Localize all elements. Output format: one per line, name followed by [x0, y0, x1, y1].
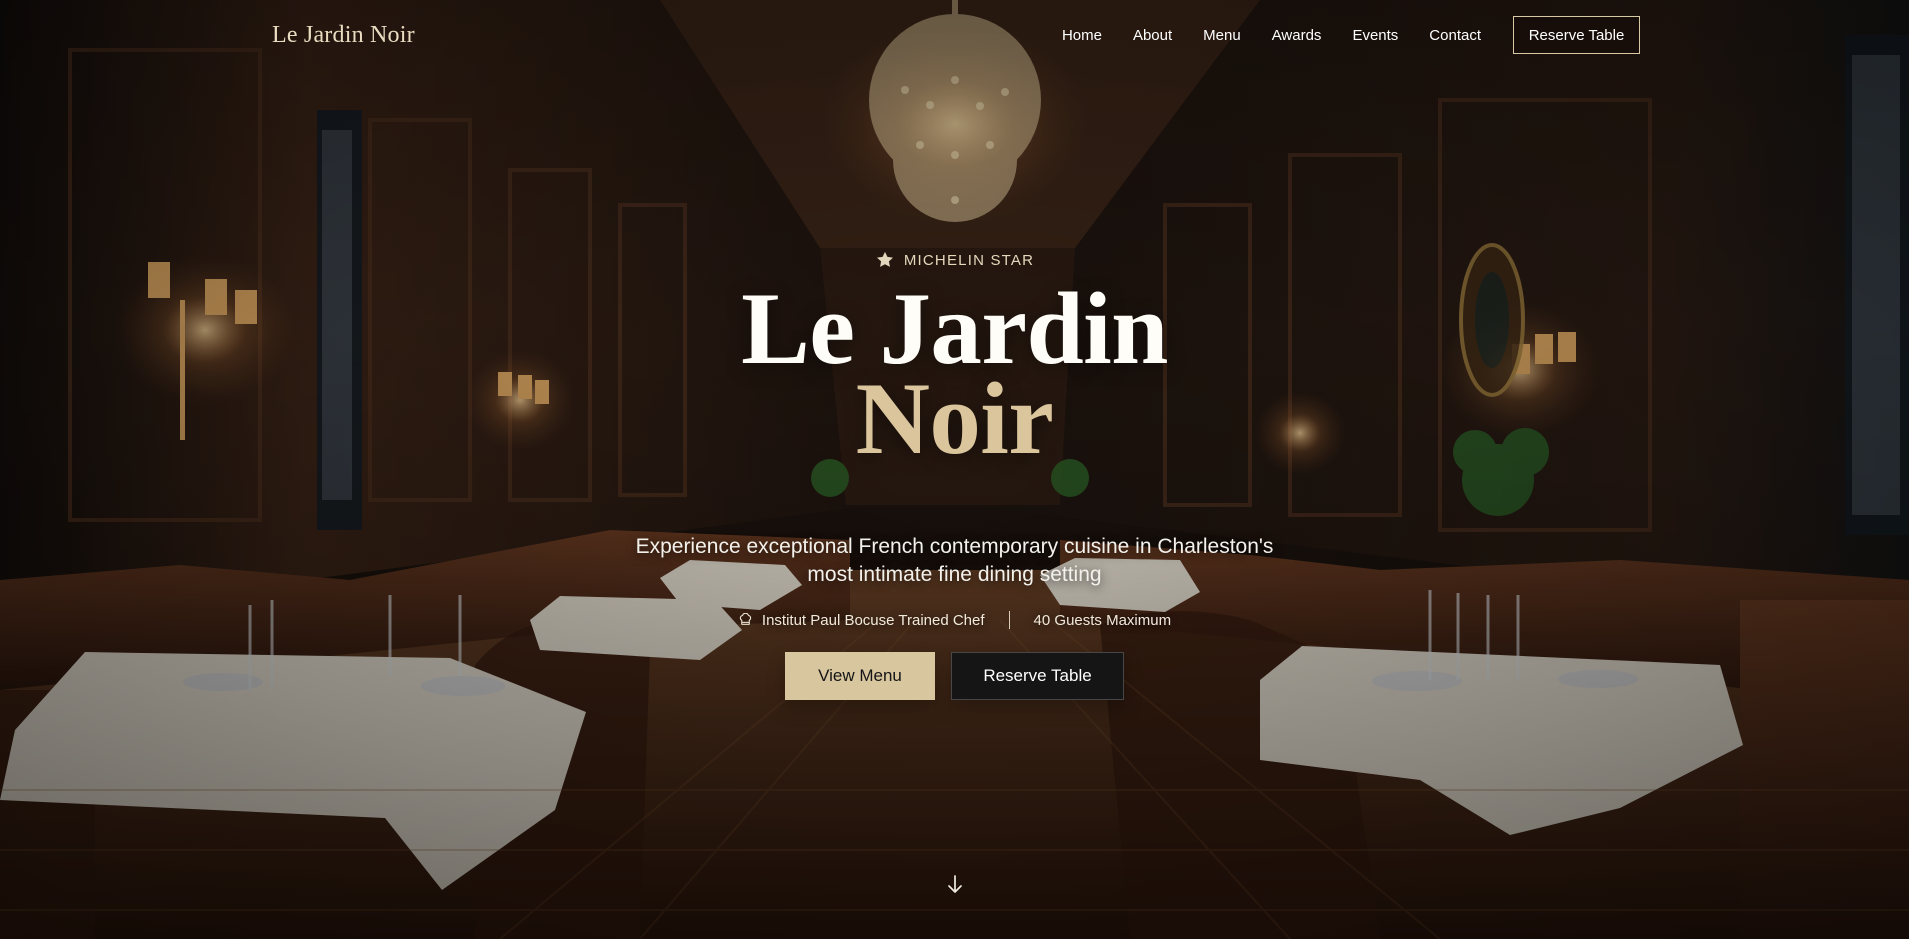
chef-hat-icon — [739, 612, 752, 625]
site-logo-text[interactable]: Le Jardin Noir — [272, 22, 415, 49]
nav-home-link[interactable]: Home — [1062, 27, 1102, 44]
michelin-badge: MICHELIN STAR — [0, 247, 1909, 273]
reserve-table-nav-button[interactable]: Reserve Table — [1513, 16, 1640, 54]
star-icon — [876, 251, 893, 267]
nav-events-link[interactable]: Events — [1352, 27, 1398, 44]
chef-credential: Institut Paul Bocuse Trained Chef — [761, 611, 985, 629]
guest-capacity: 40 Guests Maximum — [1033, 611, 1172, 629]
hero-title-line-2: Noir — [855, 361, 1054, 476]
badge-label: MICHELIN STAR — [903, 251, 1035, 269]
nav-awards-link[interactable]: Awards — [1272, 27, 1322, 44]
facts-divider — [1008, 611, 1010, 630]
reserve-table-button[interactable]: Reserve Table — [951, 652, 1124, 701]
view-menu-button[interactable]: View Menu — [785, 652, 935, 701]
nav-contact-link[interactable]: Contact — [1429, 27, 1481, 44]
hero-subtitle: Experience exceptional French contempora… — [635, 535, 1274, 587]
nav-menu-link[interactable]: Menu — [1203, 27, 1241, 44]
restaurant-facts: Institut Paul Bocuse Trained Chef 40 Gue… — [0, 609, 1909, 631]
top-navigation: Le Jardin Noir Home About Menu Awards Ev… — [272, 14, 1640, 56]
hero-title: Le Jardin Noir — [0, 278, 1909, 476]
hero-actions: View Menu Reserve Table — [0, 652, 1909, 701]
hero-section: Le Jardin Noir Home About Menu Awards Ev… — [0, 0, 1909, 939]
nav-about-link[interactable]: About — [1133, 27, 1172, 44]
hero-content: MICHELIN STAR Le Jardin Noir Experience … — [0, 247, 1909, 701]
arrow-down-icon[interactable] — [946, 874, 964, 896]
primary-navigation: Home About Menu Awards Events Contact Re… — [1062, 16, 1640, 54]
